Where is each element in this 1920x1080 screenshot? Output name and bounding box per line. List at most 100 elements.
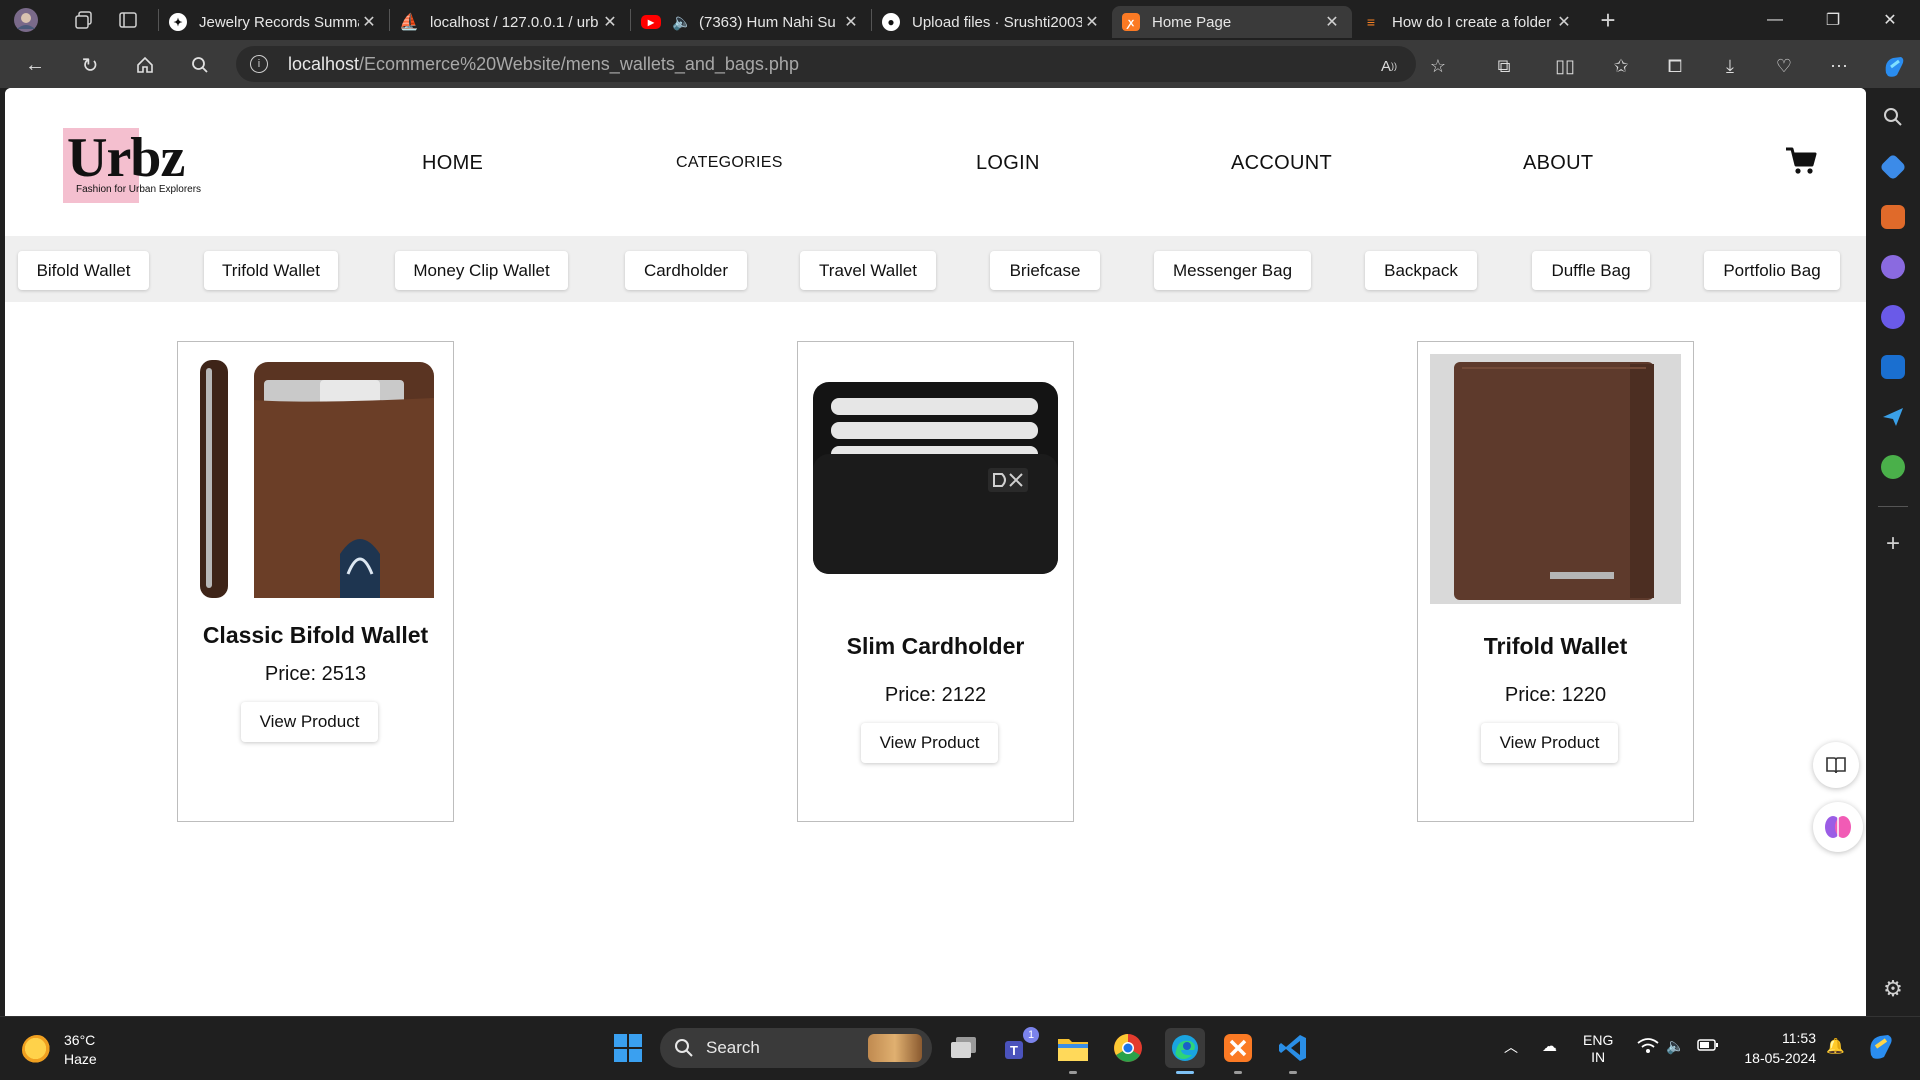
volume-icon[interactable]: 🔈: [1666, 1037, 1685, 1055]
nav-categories[interactable]: CATEGORIES: [676, 154, 783, 172]
close-icon[interactable]: ✕: [1322, 12, 1342, 32]
copilot-taskbar-icon[interactable]: [1866, 1031, 1896, 1065]
category-duffle-bag[interactable]: Duffle Bag: [1532, 251, 1650, 290]
language-indicator[interactable]: ENG IN: [1583, 1032, 1613, 1066]
close-icon[interactable]: ✕: [600, 12, 620, 32]
category-money-clip-wallet[interactable]: Money Clip Wallet: [395, 251, 568, 290]
shopping-tag-icon[interactable]: [1879, 153, 1907, 181]
restore-icon[interactable]: ❐: [1805, 0, 1861, 40]
task-view-icon[interactable]: [947, 1031, 981, 1065]
favorite-star-icon[interactable]: ☆: [1424, 52, 1452, 80]
view-product-button[interactable]: View Product: [861, 723, 998, 763]
site-header: Urbz Fashion for Urban Explorers HOME CA…: [5, 88, 1866, 236]
youtube-icon: ▶: [641, 15, 661, 29]
minimize-icon[interactable]: —: [1747, 0, 1803, 40]
xampp-taskbar-icon[interactable]: [1221, 1031, 1255, 1065]
back-icon[interactable]: ←: [20, 50, 50, 80]
speaker-icon[interactable]: 🔈: [672, 13, 692, 31]
tab-actions-icon[interactable]: [114, 6, 142, 34]
close-icon[interactable]: ✕: [1082, 12, 1102, 32]
url-text: localhost/Ecommerce%20Website/mens_walle…: [288, 54, 799, 75]
product-image-slim-cardholder[interactable]: [810, 354, 1061, 604]
outlook-icon[interactable]: [1881, 355, 1905, 379]
windows-taskbar: 36°C Haze Search T 1 ︿ ☁ ENG IN 🔈 11:53 …: [0, 1016, 1920, 1080]
product-image-trifold-wallet[interactable]: [1430, 354, 1681, 604]
chatgpt-icon: ✦: [169, 13, 187, 31]
refresh-icon[interactable]: ↻: [75, 50, 105, 80]
collections-icon[interactable]: ⧠: [1661, 52, 1689, 80]
taskbar-search-box[interactable]: Search: [660, 1028, 932, 1068]
edge-icon[interactable]: [1165, 1028, 1205, 1068]
nav-about[interactable]: ABOUT: [1523, 152, 1593, 175]
split-screen-icon[interactable]: ▯▯: [1551, 52, 1579, 80]
add-sidebar-app-icon[interactable]: +: [1881, 532, 1905, 557]
close-icon[interactable]: ✕: [1554, 12, 1574, 32]
chrome-icon[interactable]: [1111, 1031, 1145, 1065]
close-icon[interactable]: ✕: [841, 12, 861, 32]
tree-icon[interactable]: [1881, 455, 1905, 479]
search-icon[interactable]: [185, 50, 215, 80]
file-explorer-icon[interactable]: [1056, 1031, 1090, 1065]
weather-widget[interactable]: 36°C Haze: [22, 1031, 97, 1069]
extensions-icon[interactable]: ⧉: [1490, 52, 1518, 80]
home-icon[interactable]: [130, 50, 160, 80]
tab-stackoverflow[interactable]: ≡ How do I create a folder ✕: [1352, 6, 1584, 38]
address-field[interactable]: i localhost/Ecommerce%20Website/mens_wal…: [236, 46, 1416, 82]
tab-youtube[interactable]: ▶ 🔈 (7363) Hum Nahi Su ✕: [631, 6, 871, 38]
vscode-icon[interactable]: [1276, 1031, 1310, 1065]
tab-title: localhost / 127.0.0.1 / urb: [430, 13, 599, 31]
show-hidden-icons-chevron-icon[interactable]: ︿: [1504, 1037, 1518, 1057]
microsoft-365-icon[interactable]: [1881, 305, 1905, 329]
games-icon[interactable]: [1881, 255, 1905, 279]
onedrive-cloud-icon[interactable]: ☁: [1542, 1037, 1557, 1055]
nav-login[interactable]: LOGIN: [976, 152, 1040, 175]
tab-github-upload[interactable]: ● Upload files · Srushti2003 ✕: [872, 6, 1112, 38]
urbz-logo[interactable]: Urbz Fashion for Urban Explorers: [63, 127, 218, 203]
new-tab-icon[interactable]: +: [1594, 5, 1622, 35]
nav-home[interactable]: HOME: [422, 152, 483, 175]
profile-avatar-icon[interactable]: [12, 6, 40, 34]
immersive-reader-icon[interactable]: [1813, 742, 1859, 788]
product-price: Price: 2513: [264, 663, 367, 685]
teams-icon[interactable]: T 1: [1001, 1027, 1039, 1065]
wifi-icon[interactable]: [1637, 1037, 1659, 1059]
tools-briefcase-icon[interactable]: [1881, 205, 1905, 229]
system-clock[interactable]: 11:53 18-05-2024: [1738, 1028, 1816, 1068]
sidebar-search-icon[interactable]: [1881, 105, 1905, 129]
close-window-icon[interactable]: ✕: [1862, 0, 1918, 40]
category-backpack[interactable]: Backpack: [1365, 251, 1477, 290]
notification-bell-icon[interactable]: 🔔: [1826, 1037, 1845, 1055]
category-messenger-bag[interactable]: Messenger Bag: [1154, 251, 1311, 290]
sidebar-settings-icon[interactable]: ⚙: [1881, 978, 1905, 1002]
site-info-icon[interactable]: i: [250, 55, 268, 73]
nav-account[interactable]: ACCOUNT: [1231, 152, 1332, 175]
tab-home-page[interactable]: ꭗ Home Page ✕: [1112, 6, 1352, 38]
category-cardholder[interactable]: Cardholder: [625, 251, 747, 290]
view-product-button[interactable]: View Product: [1481, 723, 1618, 763]
product-image-bifold-wallet[interactable]: [190, 354, 441, 604]
brain-extension-icon[interactable]: [1813, 802, 1863, 852]
active-indicator: [1176, 1071, 1194, 1074]
category-travel-wallet[interactable]: Travel Wallet: [800, 251, 936, 290]
view-product-button[interactable]: View Product: [241, 702, 378, 742]
more-menu-icon[interactable]: ⋯: [1825, 52, 1853, 80]
battery-icon[interactable]: [1697, 1037, 1719, 1057]
browser-essentials-icon[interactable]: ♡: [1770, 52, 1798, 80]
category-briefcase[interactable]: Briefcase: [990, 251, 1100, 290]
product-price: Price: 2122: [884, 684, 987, 706]
send-icon[interactable]: [1881, 405, 1905, 429]
close-icon[interactable]: ✕: [359, 12, 379, 32]
downloads-icon[interactable]: ⤓: [1716, 52, 1744, 80]
copilot-icon[interactable]: [1880, 52, 1908, 80]
favorites-icon[interactable]: ✩: [1607, 52, 1635, 80]
tab-jewelry-records[interactable]: ✦ Jewelry Records Summar ✕: [159, 6, 389, 38]
category-portfolio-bag[interactable]: Portfolio Bag: [1704, 251, 1840, 290]
tab-phpmyadmin[interactable]: ⛵ localhost / 127.0.0.1 / urb ✕: [390, 6, 630, 38]
cart-icon[interactable]: [1785, 146, 1817, 176]
category-bifold-wallet[interactable]: Bifold Wallet: [18, 251, 149, 290]
windows-start-icon[interactable]: [611, 1031, 645, 1065]
category-trifold-wallet[interactable]: Trifold Wallet: [204, 251, 338, 290]
browser-toolbar: ← ↻ i localhost/Ecommerce%20Website/mens…: [0, 40, 1920, 88]
workspaces-icon[interactable]: [70, 6, 98, 34]
read-aloud-icon[interactable]: A)): [1375, 52, 1403, 80]
